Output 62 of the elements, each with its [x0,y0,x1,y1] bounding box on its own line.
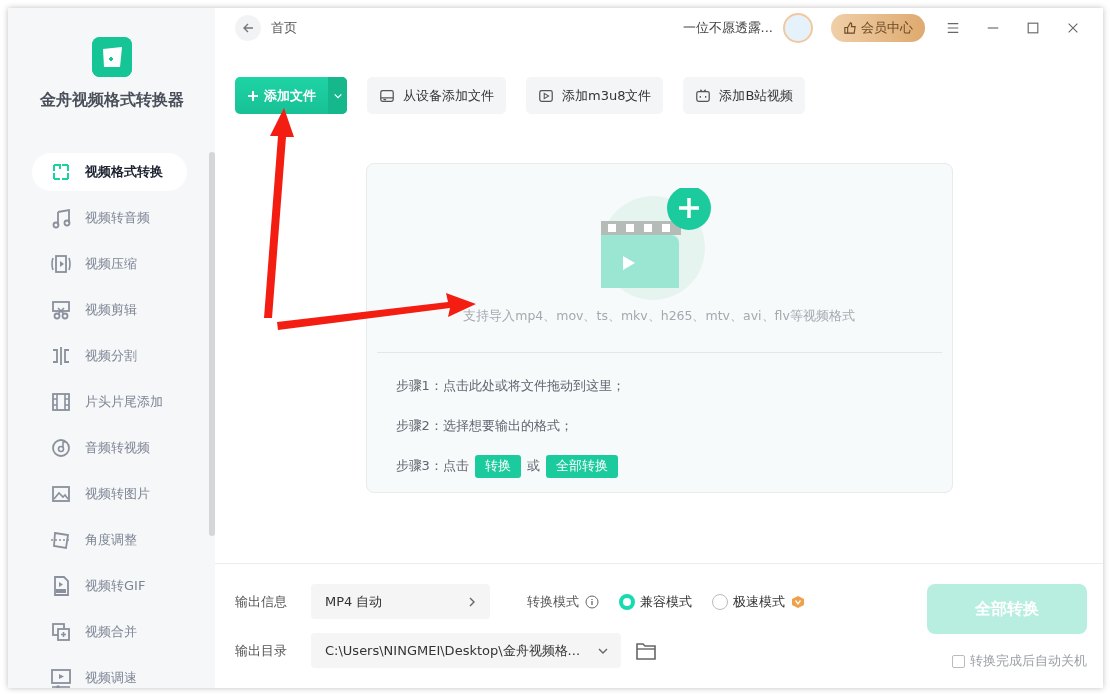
output-dir-select[interactable]: C:\Users\NINGMEI\Desktop\金舟视频格... [311,633,621,668]
sidebar-item[interactable]: 视频分割 [32,337,187,375]
tv-icon [695,87,712,104]
compress-icon [50,253,72,275]
menu-icon [946,21,960,35]
folder-icon[interactable] [635,640,657,661]
sidebar-item[interactable]: 视频剪辑 [32,291,187,329]
mode-radio[interactable]: 兼容模式 [619,592,692,611]
output-info-label: 输出信息 [235,592,288,611]
play-screen-icon [50,667,72,688]
back-button[interactable] [235,15,261,41]
auto-shutdown-checkbox[interactable]: 转换完成后自动关机 [952,653,1087,670]
drop-zone[interactable]: 支持导入mp4、mov、ts、mkv、h265、mtv、avi、flv等视频格式 步骤1：点击此处或将文件拖动到这里； 步骤2：选择想要输出的格式； 步骤3：点击 转换 或 全部转换 [365,163,953,493]
step-text: 步骤2：选择想要输出的格式； [395,417,573,435]
disc-icon [50,437,72,459]
sidebar-item[interactable]: 视频压缩 [32,245,187,283]
plus-icon [247,89,259,102]
app-name: 金舟视频格式转换器 [39,90,184,111]
rotate-icon [50,529,72,551]
scrollbar[interactable] [209,152,215,536]
convert-hint-button[interactable]: 转换 [474,454,521,478]
output-dir-label: 输出目录 [235,641,288,660]
frame-corners-icon [50,161,72,183]
play-box-icon [538,87,554,104]
sidebar-item[interactable]: 视频合并 [32,613,187,651]
sidebar-item[interactable]: 视频转GIF [32,567,187,605]
close-icon [1066,21,1080,35]
toolbar-button[interactable]: 从设备添加文件 [367,77,506,114]
user-name: 一位不愿透露... [682,19,773,37]
info-icon [585,594,599,609]
mode-radio[interactable]: 极速模式 [712,592,785,611]
dropdown-button[interactable] [328,77,347,114]
sidebar-item[interactable]: 片头片尾添加 [32,383,187,421]
film-strip-icon [50,391,72,413]
back-arrow-icon [242,22,254,34]
avatar[interactable] [783,13,813,43]
mode-label: 转换模式 [527,592,579,611]
sidebar-item[interactable]: 视频格式转换 [32,153,187,191]
maximize-icon [1026,21,1040,35]
step-text: 步骤3：点击 [395,457,469,475]
member-center-button[interactable]: 会员中心 [831,14,925,42]
sidebar-item[interactable]: 角度调整 [32,521,187,559]
scissors-icon [50,299,72,321]
format-hint: 支持导入mp4、mov、ts、mkv、h265、mtv、avi、flv等视频格式 [463,308,855,325]
sidebar-item[interactable]: 视频调速 [32,659,187,688]
toolbar-button[interactable]: 添加B站视频 [683,77,806,114]
sidebar-item[interactable]: 视频转音频 [32,199,187,237]
image-icon [50,483,72,505]
toolbar-button[interactable]: 添加m3u8文件 [526,77,664,114]
page-title: 首页 [271,19,297,37]
step-text: 或 [526,457,540,475]
drive-icon [379,87,395,104]
sidebar-item[interactable]: 视频转图片 [32,475,187,513]
split-icon [50,345,72,367]
convert-hint-button[interactable]: 全部转换 [545,454,618,478]
music-note-icon [50,207,72,229]
thumbs-up-icon [843,21,857,35]
format-select[interactable]: MP4 自动 [311,584,490,619]
app-logo-icon [91,37,132,77]
merge-icon [50,621,72,643]
sidebar-item[interactable]: 音频转视频 [32,429,187,467]
step-text: 步骤1：点击此处或将文件拖动到这里； [395,377,625,395]
